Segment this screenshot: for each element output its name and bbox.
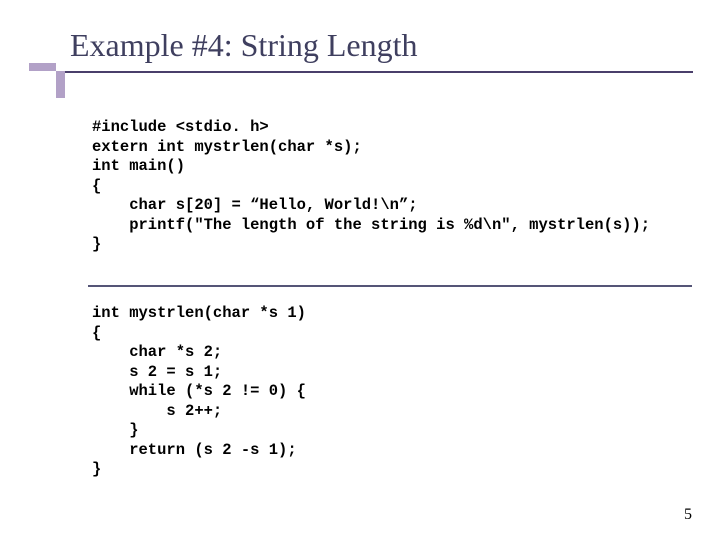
title-area: Example #4: String Length <box>0 0 720 98</box>
accent-bar-horizontal <box>29 63 56 71</box>
slide-title: Example #4: String Length <box>70 27 418 64</box>
code-block-main: #include <stdio. h> extern int mystrlen(… <box>92 118 650 255</box>
accent-bar-vertical <box>56 71 65 98</box>
slide: Example #4: String Length #include <stdi… <box>0 0 720 540</box>
title-underline <box>65 71 693 73</box>
code-block-function: int mystrlen(char *s 1) { char *s 2; s 2… <box>92 304 306 480</box>
page-number: 5 <box>684 506 692 524</box>
section-divider <box>88 285 692 287</box>
